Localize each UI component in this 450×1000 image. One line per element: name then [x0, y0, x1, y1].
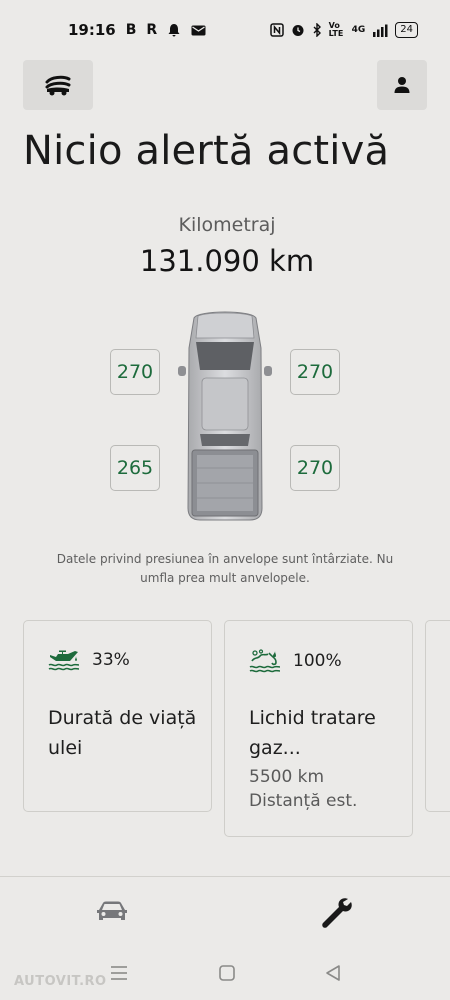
- system-back-button[interactable]: [318, 958, 348, 988]
- tire-front-right: 270: [290, 349, 340, 395]
- nav-divider: [0, 876, 450, 877]
- status-time: 19:16: [68, 21, 116, 39]
- system-recents-button[interactable]: [104, 958, 134, 988]
- tire-front-left: 270: [110, 349, 160, 395]
- signal-icon: [373, 24, 388, 37]
- volte-indicator: Vo LTE: [328, 21, 344, 38]
- vehicle-menu-button[interactable]: [23, 60, 93, 110]
- bluetooth-icon: [313, 23, 321, 37]
- status-app-r-icon: R: [146, 22, 158, 38]
- vehicle-menu-icon: [45, 75, 71, 96]
- oil-life-percent: 33%: [92, 650, 130, 670]
- system-home-button[interactable]: [212, 958, 242, 988]
- oil-life-title: Durată de viață ulei: [48, 707, 197, 759]
- alarm-clock-icon: [292, 25, 304, 36]
- tire-pressure-note: Datele privind presiunea în anvelope sun…: [56, 552, 394, 585]
- nav-vehicle-tab[interactable]: [82, 890, 142, 934]
- exhaust-fluid-distance-label: Distanță est.: [249, 791, 358, 811]
- network-type: 4G: [351, 25, 366, 35]
- status-app-b-icon: B: [125, 22, 137, 38]
- person-icon: [394, 77, 410, 93]
- vehicle-top-view: [178, 311, 272, 521]
- oil-life-header: 33%: [48, 649, 130, 671]
- wrench-icon: [322, 898, 352, 928]
- watermark-text: AUTOVIT.RO: [14, 974, 107, 989]
- nav-service-tab[interactable]: [306, 890, 366, 934]
- back-triangle-icon: [326, 965, 340, 981]
- car-icon: [97, 901, 127, 920]
- next-card-peek[interactable]: [425, 620, 450, 812]
- exhaust-fluid-header: 100%: [249, 649, 342, 673]
- profile-button[interactable]: [377, 60, 427, 110]
- status-left: 19:16 B R: [68, 21, 206, 39]
- exhaust-fluid-distance: 5500 km: [249, 767, 325, 787]
- exhaust-fluid-percent: 100%: [293, 651, 342, 671]
- page-title: Nicio alertă activă: [23, 128, 390, 174]
- battery-indicator: 24: [395, 22, 418, 38]
- mail-icon: [191, 25, 206, 35]
- tire-rear-left: 265: [110, 445, 160, 491]
- alarm-bell-icon: [168, 24, 180, 37]
- menu-lines-icon: [111, 966, 127, 980]
- nfc-icon: [269, 23, 284, 37]
- oil-can-icon: [48, 650, 80, 671]
- status-bar: 19:16 B R Vo LTE 4G 24: [0, 0, 450, 60]
- exhaust-fluid-title: Lichid tratare gaz...: [249, 707, 376, 759]
- odometer-value: 131.090 km: [139, 244, 315, 278]
- exhaust-fluid-card[interactable]: 100% Lichid tratare gaz... 5500 km Dista…: [224, 620, 413, 837]
- home-square-icon: [219, 965, 235, 981]
- exhaust-fluid-icon: [249, 649, 281, 673]
- tire-rear-right: 270: [290, 445, 340, 491]
- odometer-label: Kilometraj: [178, 214, 276, 236]
- status-right: Vo LTE 4G 24: [269, 21, 418, 38]
- oil-life-card[interactable]: 33% Durată de viață ulei: [23, 620, 212, 812]
